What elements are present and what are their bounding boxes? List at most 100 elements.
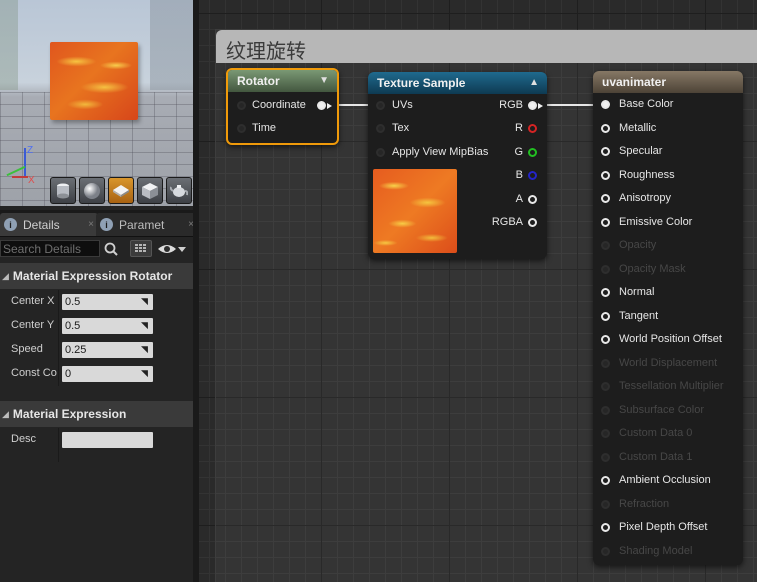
details-search-row: [0, 238, 193, 260]
property-divider: [58, 428, 59, 452]
property-matrix-button[interactable]: [130, 240, 152, 257]
pin-material-input[interactable]: [601, 406, 610, 415]
pin-material-input[interactable]: [601, 218, 610, 227]
property-row-center-x: Center X 0.5 ◥: [0, 290, 193, 314]
tab-parameters[interactable]: i Paramet ×: [96, 213, 198, 236]
comment-title-bar[interactable]: 纹理旋转: [216, 30, 757, 63]
property-divider: [58, 290, 59, 314]
pin-rgba-output[interactable]: [528, 218, 537, 227]
axis-x-label: X: [28, 175, 35, 186]
material-input-label: World Position Offset: [619, 333, 722, 345]
pin-material-input[interactable]: [601, 523, 610, 532]
search-icon: [104, 242, 118, 256]
collapse-arrow-icon[interactable]: ▼: [319, 70, 329, 92]
material-input-label: Specular: [619, 145, 663, 157]
pin-material-input[interactable]: [601, 265, 610, 274]
comment-title: 纹理旋转: [226, 41, 306, 63]
pin-material-input[interactable]: [601, 476, 610, 485]
texture-thumbnail[interactable]: [373, 169, 457, 253]
section-material-expression[interactable]: ◢ Material Expression: [0, 401, 193, 427]
preview-teapot-button[interactable]: [166, 177, 192, 204]
drag-arrow-icon[interactable]: ◥: [141, 345, 150, 354]
preview-cylinder-button[interactable]: [50, 177, 76, 204]
material-input-label: Shading Model: [619, 545, 693, 557]
pin-material-input[interactable]: [601, 312, 610, 321]
center-y-field[interactable]: 0.5 ◥: [62, 318, 153, 334]
pin-material-input[interactable]: [601, 100, 610, 109]
view-options-button[interactable]: [157, 240, 191, 257]
pin-coordinate-input[interactable]: [237, 101, 246, 110]
node-header[interactable]: uvanimater: [593, 71, 743, 93]
material-preview-viewport[interactable]: Z X: [0, 0, 193, 206]
property-divider: [58, 314, 59, 338]
node-header[interactable]: Texture Sample ▲: [368, 72, 547, 94]
const-coordinate-value: 0: [65, 368, 72, 380]
desc-field[interactable]: [62, 432, 153, 448]
center-x-field[interactable]: 0.5 ◥: [62, 294, 153, 310]
pin-material-input[interactable]: [601, 335, 610, 344]
pin-material-input[interactable]: [601, 241, 610, 250]
tab-details[interactable]: i Details ×: [0, 213, 98, 236]
node-header[interactable]: Rotator ▼: [228, 70, 337, 92]
node-title: Rotator: [237, 74, 280, 88]
drag-arrow-icon[interactable]: ◥: [141, 321, 150, 330]
pin-label: RGB: [499, 99, 523, 111]
pin-material-input[interactable]: [601, 453, 610, 462]
pin-material-input[interactable]: [601, 124, 610, 133]
property-label: Const Coordinate: [11, 367, 57, 379]
pin-a-output[interactable]: [528, 195, 537, 204]
pin-material-input[interactable]: [601, 171, 610, 180]
sphere-icon: [84, 182, 100, 199]
section-material-expression-rotator[interactable]: ◢ Material Expression Rotator: [0, 263, 193, 289]
property-divider: [58, 362, 59, 386]
pin-g-output[interactable]: [528, 148, 537, 157]
pin-material-input[interactable]: [601, 194, 610, 203]
collapse-triangle-icon: ◢: [2, 408, 9, 419]
material-input-label: Opacity: [619, 239, 657, 251]
preview-mesh: [50, 42, 138, 120]
pin-rgb-output[interactable]: [528, 101, 543, 110]
pin-mipbias-input[interactable]: [376, 148, 385, 157]
preview-plane-button[interactable]: [108, 177, 134, 204]
close-icon[interactable]: ×: [88, 219, 94, 230]
collapse-triangle-icon: ◢: [2, 270, 9, 281]
pin-label: Time: [252, 122, 277, 134]
center-y-value: 0.5: [65, 320, 81, 332]
property-divider: [58, 338, 59, 362]
search-button[interactable]: [102, 240, 120, 257]
info-icon: i: [4, 218, 17, 231]
pin-material-input[interactable]: [601, 547, 610, 556]
search-details-input[interactable]: [0, 240, 100, 257]
material-input-label: Opacity Mask: [619, 263, 686, 275]
pin-rotator-output[interactable]: [317, 101, 332, 110]
property-row-const-coordinate: Const Coordinate 0 ◥: [0, 362, 193, 386]
speed-field[interactable]: 0.25 ◥: [62, 342, 153, 358]
material-input-label: Emissive Color: [619, 216, 693, 228]
pin-tex-input[interactable]: [376, 124, 385, 133]
axis-z-label: Z: [27, 145, 34, 156]
teapot-icon: [170, 184, 188, 197]
pin-material-input[interactable]: [601, 288, 610, 297]
pin-b-output[interactable]: [528, 171, 537, 180]
material-input-label: Anisotropy: [619, 192, 671, 204]
const-coordinate-field[interactable]: 0 ◥: [62, 366, 153, 382]
material-input-label: Base Color: [619, 98, 674, 110]
pin-r-output[interactable]: [528, 124, 537, 133]
pin-material-input[interactable]: [601, 382, 610, 391]
pin-uvs-input[interactable]: [376, 101, 385, 110]
pin-material-input[interactable]: [601, 359, 610, 368]
pin-time-input[interactable]: [237, 124, 246, 133]
property-label: Desc: [11, 433, 37, 445]
collapse-arrow-icon[interactable]: ▲: [529, 72, 539, 94]
drag-arrow-icon[interactable]: ◥: [141, 297, 150, 306]
drag-arrow-icon[interactable]: ◥: [141, 369, 150, 378]
pin-material-input[interactable]: [601, 500, 610, 509]
node-title: Texture Sample: [377, 76, 466, 90]
tab-details-label: Details: [23, 217, 60, 232]
info-icon: i: [100, 218, 113, 231]
preview-cube-button[interactable]: [137, 177, 163, 204]
pin-material-input[interactable]: [601, 429, 610, 438]
pin-material-input[interactable]: [601, 147, 610, 156]
preview-sphere-button[interactable]: [79, 177, 105, 204]
axis-x-line: [12, 176, 28, 178]
